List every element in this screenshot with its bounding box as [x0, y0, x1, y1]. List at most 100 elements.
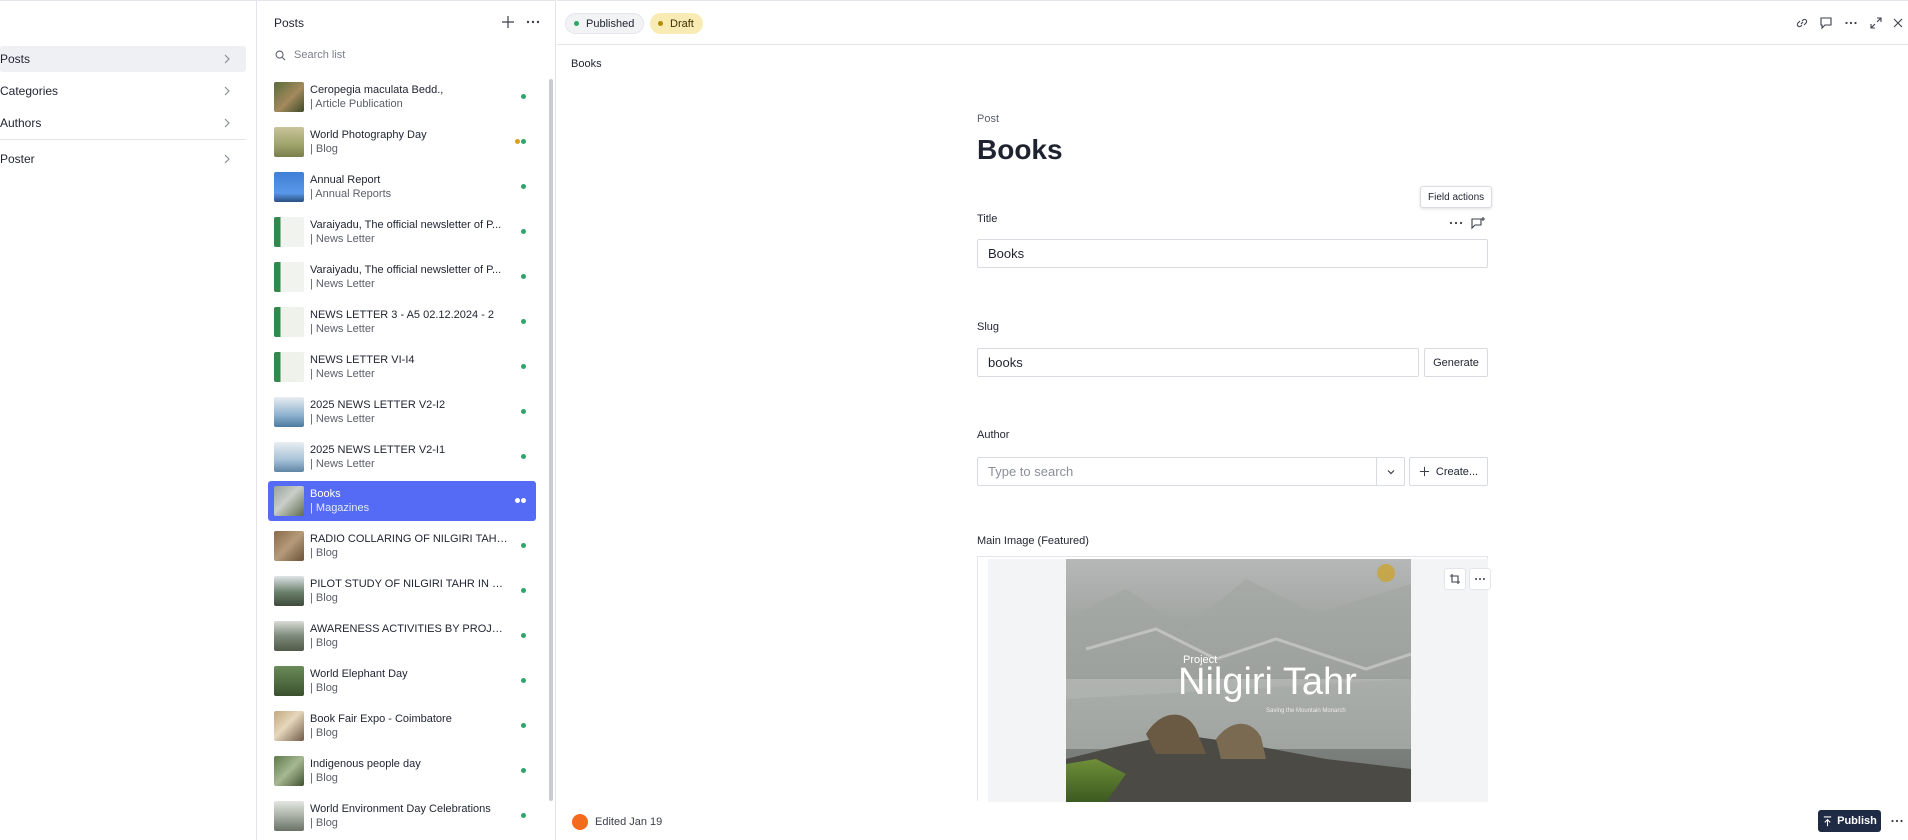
search-field[interactable] — [269, 44, 539, 66]
chevron-right-icon — [224, 154, 230, 164]
post-thumbnail — [274, 172, 304, 202]
status-dot — [521, 633, 526, 638]
posts-list-pane: Posts Ceropegia maculata Bedd., | Article… — [257, 0, 556, 840]
chevron-down-icon — [1387, 469, 1394, 474]
close-icon[interactable] — [1891, 16, 1905, 30]
create-author-button[interactable]: Create... — [1409, 457, 1488, 486]
status-dot — [521, 768, 526, 773]
publish-button[interactable]: Publish — [1818, 810, 1881, 832]
list-item[interactable]: Varaiyadu, The official newsletter of P.… — [268, 212, 536, 252]
status-dot — [521, 678, 526, 683]
post-thumbnail — [274, 666, 304, 696]
nav-item-posts[interactable]: Posts — [0, 46, 246, 72]
post-thumbnail — [274, 486, 304, 516]
status-dot — [521, 274, 526, 279]
list-item-subtitle: | Blog — [310, 592, 338, 604]
status-dot — [521, 94, 526, 99]
search-input[interactable] — [294, 49, 514, 61]
slug-input[interactable] — [978, 349, 1418, 376]
list-item-selected[interactable]: Books | Magazines — [268, 481, 536, 521]
list-item[interactable]: RADIO COLLARING OF NILGIRI TAHR ... | Blo… — [268, 526, 536, 566]
list-item[interactable]: NEWS LETTER 3 - A5 02.12.2024 - 2 | News … — [268, 302, 536, 342]
avatar — [572, 814, 588, 830]
list-scrollbar[interactable] — [549, 79, 553, 801]
slug-field[interactable] — [977, 348, 1419, 377]
nav-item-categories[interactable]: Categories — [0, 78, 246, 104]
author-search-input[interactable] — [978, 458, 1404, 485]
list-item[interactable]: World Photography Day | Blog — [268, 122, 536, 162]
more-horizontal-icon[interactable] — [1890, 815, 1904, 827]
image-overlay-title: Nilgiri Tahr — [1178, 661, 1357, 703]
list-item[interactable]: 2025 NEWS LETTER V2-I2 | News Letter — [268, 392, 536, 432]
document-type-label: Post — [977, 113, 1000, 125]
post-thumbnail — [274, 756, 304, 786]
nav-item-label: Authors — [0, 116, 42, 130]
list-item-subtitle: | News Letter — [310, 278, 375, 290]
list-item-subtitle: | News Letter — [310, 413, 375, 425]
post-thumbnail — [274, 397, 304, 427]
comment-icon[interactable] — [1819, 16, 1833, 30]
status-dot — [521, 319, 526, 324]
author-dropdown-button[interactable] — [1376, 457, 1405, 486]
status-dot — [521, 813, 526, 818]
status-dot — [521, 498, 526, 503]
list-item[interactable]: Book Fair Expo - Coimbatore | Blog — [268, 706, 536, 746]
author-field-label: Author — [977, 429, 1010, 441]
main-image-field[interactable]: Project Nilgiri Tahr Saving the Mountain… — [977, 556, 1491, 802]
list-item-subtitle: | Blog — [310, 637, 338, 649]
title-input[interactable] — [978, 240, 1487, 267]
title-field[interactable] — [977, 239, 1488, 268]
chevron-right-icon — [224, 54, 230, 64]
list-item[interactable]: Annual Report | Annual Reports — [268, 167, 536, 207]
plus-icon[interactable] — [501, 15, 515, 29]
list-item[interactable]: World Environment Day Celebrations | Blog — [268, 796, 536, 836]
post-thumbnail — [274, 217, 304, 247]
published-dot — [574, 21, 579, 26]
draft-badge[interactable]: Draft — [650, 13, 703, 34]
expand-icon[interactable] — [1869, 16, 1883, 30]
generate-slug-button[interactable]: Generate — [1424, 348, 1488, 377]
add-comment-icon[interactable] — [1470, 216, 1486, 230]
draft-label: Draft — [670, 17, 694, 30]
list-item[interactable]: Varaiyadu, The official newsletter of P.… — [268, 257, 536, 297]
chevron-right-icon — [224, 118, 230, 128]
list-item[interactable]: World Elephant Day | Blog — [268, 661, 536, 701]
publish-label: Publish — [1837, 815, 1877, 827]
list-item-title: Varaiyadu, The official newsletter of P.… — [310, 264, 502, 276]
nav-item-poster[interactable]: Poster — [0, 146, 246, 172]
post-thumbnail — [274, 352, 304, 382]
link-icon[interactable] — [1795, 16, 1809, 30]
list-item[interactable]: NEWS LETTER VI-I4 | News Letter — [268, 347, 536, 387]
list-item-title: NEWS LETTER 3 - A5 02.12.2024 - 2 — [310, 309, 495, 321]
status-dot — [521, 184, 526, 189]
more-horizontal-icon[interactable] — [525, 15, 541, 29]
status-dot — [515, 498, 520, 503]
status-dot — [521, 364, 526, 369]
list-item-title: Ceropegia maculata Bedd., — [310, 84, 444, 96]
main-image-field-label: Main Image (Featured) — [977, 535, 1089, 547]
author-field[interactable] — [977, 457, 1405, 486]
list-item-subtitle: | Magazines — [310, 502, 370, 514]
list-item-title: RADIO COLLARING OF NILGIRI TAHR ... — [310, 533, 510, 545]
list-item[interactable]: 2025 NEWS LETTER V2-I1 | News Letter — [268, 437, 536, 477]
list-item[interactable]: PILOT STUDY OF NILGIRI TAHR IN GR... | Bl… — [268, 571, 536, 611]
post-thumbnail — [274, 127, 304, 157]
list-item-title: World Elephant Day — [310, 668, 408, 680]
plus-icon — [1419, 466, 1429, 477]
chevron-right-icon — [224, 86, 230, 96]
image-more-button[interactable] — [1469, 568, 1491, 590]
post-thumbnail — [274, 576, 304, 606]
more-horizontal-icon[interactable] — [1448, 216, 1464, 230]
list-item[interactable]: AWARENESS ACTIVITIES BY PROJECT ... | Blo… — [268, 616, 536, 656]
post-thumbnail — [274, 307, 304, 337]
list-item[interactable]: Ceropegia maculata Bedd., | Article Publi… — [268, 77, 536, 117]
post-thumbnail — [274, 442, 304, 472]
nav-item-authors[interactable]: Authors — [0, 110, 246, 136]
status-dot — [521, 454, 526, 459]
crop-image-button[interactable] — [1444, 568, 1466, 590]
more-horizontal-icon[interactable] — [1844, 16, 1858, 30]
list-item[interactable]: Indigenous people day | Blog — [268, 751, 536, 791]
list-item-title: Books — [310, 488, 341, 500]
more-horizontal-icon — [1475, 578, 1485, 580]
published-badge[interactable]: Published — [565, 13, 645, 34]
